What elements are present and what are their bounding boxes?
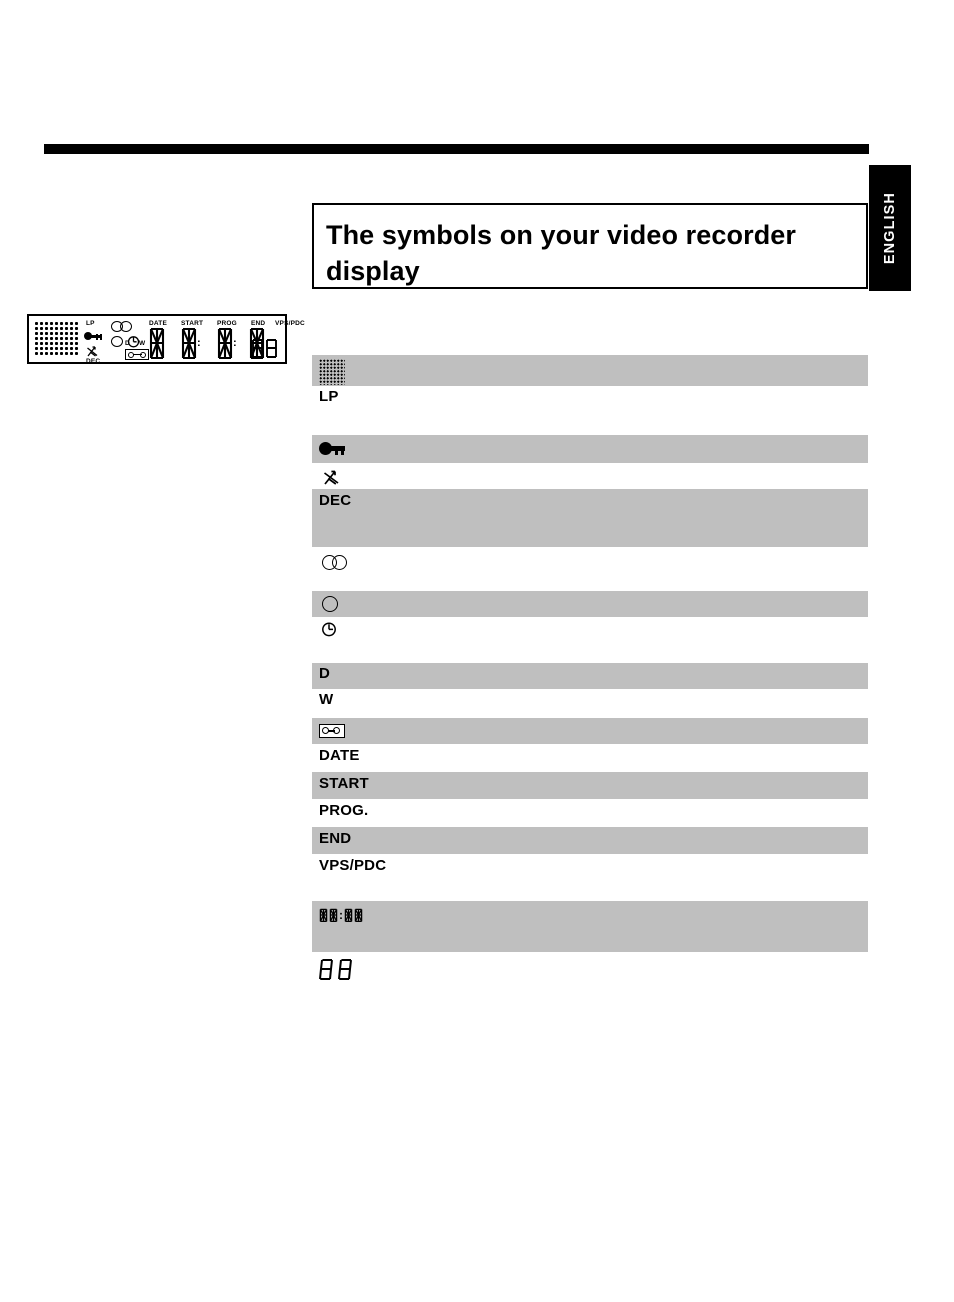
timer-clock-icon [321,621,337,637]
segment-colon: : [339,908,343,922]
legend-row-end: END [312,827,868,854]
legend-row-d: D [312,663,868,689]
display-digit-prog [217,327,233,361]
display-key-icon [84,332,102,340]
no-antenna-icon [322,467,342,487]
display-two-circles-icon [111,321,137,333]
legend-label-w: W [319,691,334,708]
circle-icon [322,596,338,612]
legend-label-date: DATE [319,747,360,764]
header-rule [44,144,869,154]
two-circles-icon [322,555,348,570]
display-no-antenna-icon [86,344,100,358]
legend-label-dec: DEC [319,492,352,509]
display-label-vps-pdc: VPS/PDC [275,320,305,327]
display-label-date: DATE [149,320,168,327]
display-label-dec: DEC [86,358,101,365]
legend-row-dot-matrix [312,355,868,386]
display-digit-start [181,327,197,361]
cassette-icon [319,724,345,738]
legend-row-key [312,435,868,463]
display-digit-vps-pdc [251,338,281,358]
display-label-d: D [125,340,130,347]
key-icon [319,442,345,455]
legend-row-cassette [312,718,868,744]
display-cassette-icon [125,349,149,360]
page-title: The symbols on your video recorder displ… [326,220,797,286]
legend-label-start: START [319,775,369,792]
legend-label-prog: PROG. [319,802,369,819]
legend-row-start: START [312,772,868,799]
legend-label-end: END [319,830,352,847]
segment-digits-small-icon: : [319,908,363,923]
symbol-legend-table: LP DEC D W DATE START PROG. END VPS/PDC … [312,355,868,992]
display-label-prog: PROG [217,320,237,327]
language-tab-label: ENGLISH [882,191,898,265]
legend-row-two-circles [312,547,868,591]
legend-row-date: DATE [312,744,868,772]
legend-label-d: D [319,665,331,682]
legend-label-vps-pdc: VPS/PDC [319,857,387,874]
dot-matrix-icon [319,359,345,385]
display-label-w: W [139,340,146,347]
display-label-start: START [181,320,204,327]
display-single-circle-icon [111,336,123,347]
vcr-display-illustration: LP DEC D W DATE START PROG END VPS/PDC:… [27,314,305,365]
legend-row-lp: LP [312,386,868,435]
segment-digits-big-icon [319,958,354,982]
legend-row-channel-digits [312,952,868,992]
legend-row-w: W [312,689,868,718]
legend-row-no-antenna [312,463,868,489]
legend-row-dec: DEC [312,489,868,547]
legend-row-timer [312,617,868,663]
display-colon-1: : [197,337,201,349]
display-colon-2: : [233,337,237,349]
display-label-end: END [251,320,266,327]
legend-row-time-digits: : [312,901,868,952]
legend-row-vps-pdc: VPS/PDC [312,854,868,901]
display-digit-date [149,327,165,361]
language-tab: ENGLISH [869,165,911,291]
legend-row-prog: PROG. [312,799,868,827]
legend-row-circle [312,591,868,617]
display-label-lp: LP [86,320,95,327]
page-title-box: The symbols on your video recorder displ… [312,203,868,289]
display-dot-matrix-icon [34,321,78,357]
legend-label-lp: LP [319,388,339,405]
